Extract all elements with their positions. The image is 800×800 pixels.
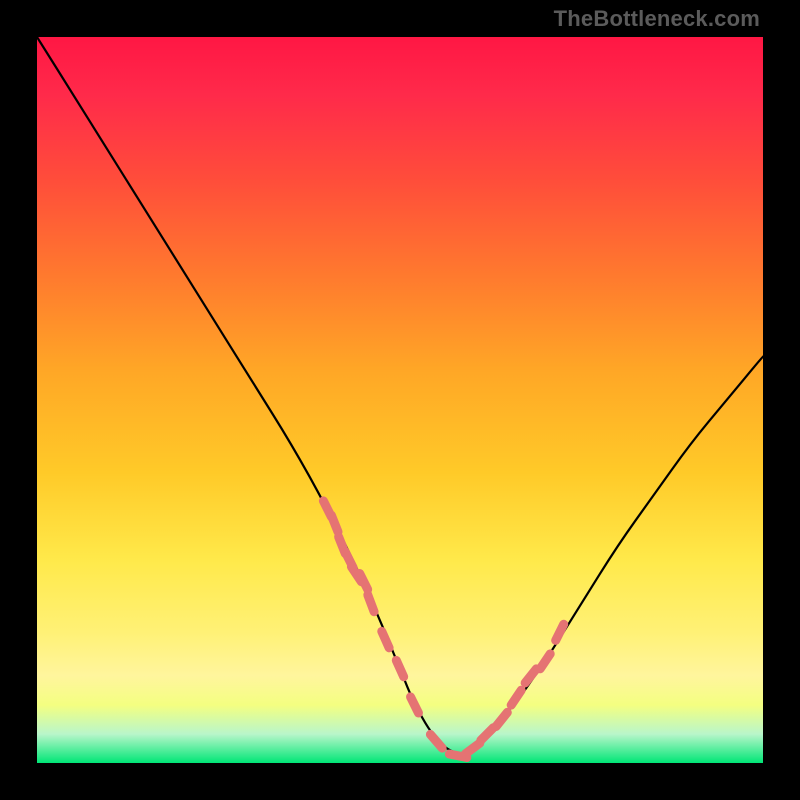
watermark-text: TheBottleneck.com bbox=[554, 6, 760, 32]
bottleneck-curve bbox=[37, 37, 763, 753]
curve-svg bbox=[37, 37, 763, 763]
plot-area bbox=[37, 37, 763, 763]
highlight-markers bbox=[323, 501, 563, 758]
chart-canvas: TheBottleneck.com bbox=[0, 0, 800, 800]
